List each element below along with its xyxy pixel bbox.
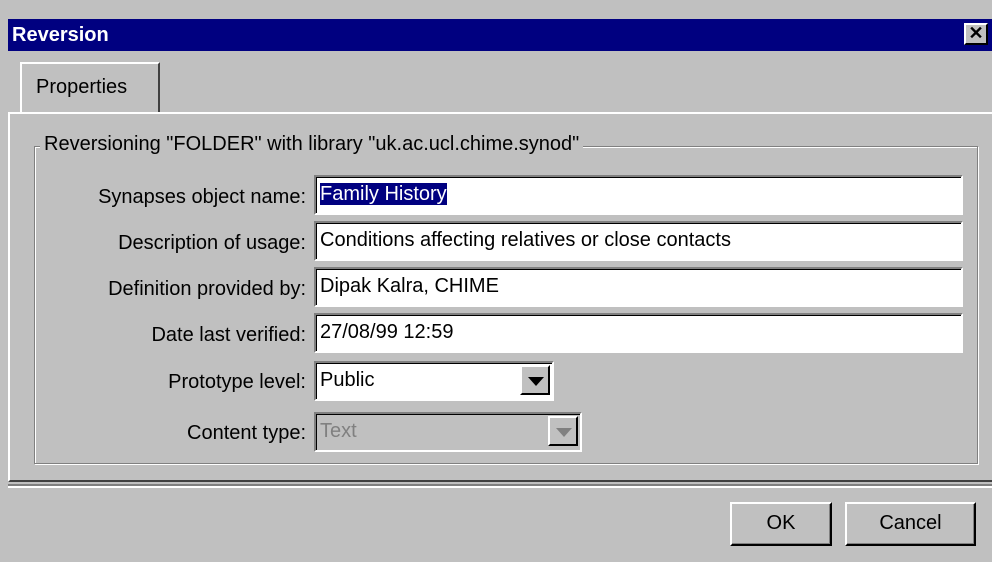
definition-field[interactable]: Dipak Kalra, CHIME [314,267,963,307]
prototype-level-value: Public [320,369,375,391]
tab-properties-label: Properties [36,76,128,98]
date-verified-label: Date last verified: [151,324,306,346]
reversion-dialog: Reversion ✕ Properties Reversioning "FOL… [0,0,992,562]
content-type-value: Text [320,420,357,442]
object-name-field[interactable]: Family History [314,175,963,215]
description-field[interactable]: Conditions affecting relatives or close … [314,221,963,261]
title-bar[interactable]: Reversion ✕ [8,19,992,51]
prototype-level-select[interactable]: Public [314,361,554,401]
button-separator [8,484,992,488]
group-legend: Reversioning "FOLDER" with library "uk.a… [40,131,584,157]
object-name-label: Synapses object name: [98,186,306,208]
description-label: Description of usage: [118,232,306,254]
content-type-dropdown-button [548,416,578,446]
close-icon: ✕ [968,23,984,43]
object-name-value: Family History [320,183,447,205]
chevron-down-icon [556,428,572,437]
definition-label: Definition provided by: [108,278,306,300]
prototype-level-label: Prototype level: [168,371,306,393]
content-type-label: Content type: [187,422,306,444]
content-type-select: Text [314,412,582,452]
date-verified-field[interactable]: 27/08/99 12:59 [314,313,963,353]
window-title: Reversion [12,24,109,46]
cancel-button[interactable]: Cancel [845,502,976,546]
close-button[interactable]: ✕ [964,23,988,45]
chevron-down-icon [528,377,544,386]
prototype-dropdown-button[interactable] [520,365,550,395]
tab-properties[interactable]: Properties [20,62,160,114]
ok-button[interactable]: OK [730,502,832,546]
